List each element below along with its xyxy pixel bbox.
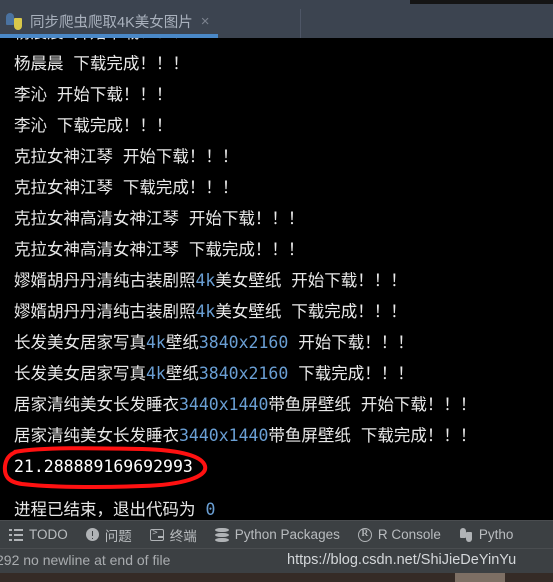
r-console-icon: R — [357, 527, 372, 542]
console-text-token: 李沁 下载完成！！！ — [14, 116, 173, 135]
console-text-token: 长发美女居家写真 — [14, 364, 146, 383]
watermark-url: https://blog.csdn.net/ShiJieDeYinYu — [287, 552, 517, 568]
tool-button-terminal[interactable]: 终端 — [141, 521, 206, 549]
tool-button-label: 问题 — [104, 528, 132, 544]
console-line: 杨晨晨 下载完成！！！ — [14, 48, 553, 79]
console-text-token: 杨晨晨 开始下载！！！ — [14, 38, 189, 42]
console-line: 李沁 开始下载！！！ — [14, 79, 553, 110]
run-console-output[interactable]: 杨晨晨 开始下载！！！ 杨晨晨 下载完成！！！ 李沁 开始下载！！！ 李沁 下载完成！… — [0, 38, 553, 520]
console-text-token: 美女壁纸 下载完成！！！ — [215, 302, 407, 321]
console-text-token: 壁纸 — [165, 364, 199, 383]
console-number-token: 4k — [195, 271, 216, 290]
console-text-token: 居家清纯美女长发睡衣 — [14, 426, 179, 445]
console-text-token: 居家清纯美女长发睡衣 — [14, 395, 179, 414]
console-line-list: 杨晨晨 开始下载！！！ 杨晨晨 下载完成！！！ 李沁 开始下载！！！ 李沁 下载完成！… — [0, 38, 553, 520]
console-number-token: 4k — [146, 333, 166, 352]
close-icon[interactable]: × — [201, 14, 210, 29]
console-text-token: 嫪婿胡丹丹清纯古装剧照 — [14, 302, 196, 321]
console-text-token: 嫪婿胡丹丹清纯古装剧照 — [14, 271, 196, 290]
todo-list-icon — [9, 528, 23, 542]
console-number-token: 3840x2160 — [198, 333, 289, 352]
tab-bar-divider — [300, 9, 301, 38]
tool-button-python-packages[interactable]: Python Packages — [206, 521, 349, 549]
console-number-token: 4k — [146, 364, 166, 383]
console-line: 嫪婿胡丹丹清纯古装剧照4k美女壁纸 开始下载！！！ — [14, 265, 553, 296]
pycharm-window: 同步爬虫爬取4K美女图片 × 杨晨晨 开始下载！！！ 杨晨晨 下载完成！！！ 李沁 … — [0, 0, 553, 582]
python-console-icon — [459, 527, 473, 542]
console-text-token: 带鱼屏壁纸 开始下载！！！ — [268, 395, 477, 414]
console-text-token: 开始下载！！！ — [288, 333, 414, 352]
editor-tab-title: 同步爬虫爬取4K美女图片 — [30, 14, 193, 31]
console-number-token: 3840x2160 — [198, 364, 289, 383]
editor-tab-active[interactable]: 同步爬虫爬取4K美女图片 × — [0, 4, 218, 38]
console-text-token: 克拉女神江琴 下载完成！！！ — [14, 178, 239, 197]
tool-button-todo[interactable]: TODO — [0, 521, 77, 549]
packages-stack-icon — [214, 527, 229, 542]
console-text-token: 杨晨晨 下载完成！！！ — [14, 54, 189, 73]
problems-warning-icon — [85, 528, 99, 541]
tool-button-problems[interactable]: 问题 — [77, 521, 141, 549]
console-text-token: 克拉女神高清女神江琴 开始下载！！！ — [14, 209, 305, 228]
console-number-token: 3440x1440 — [179, 426, 269, 445]
tool-window-bar: TODO 问题 终端 Python Packages R R Console P… — [0, 520, 553, 548]
console-text-token: 带鱼屏壁纸 下载完成！！！ — [268, 426, 477, 445]
console-line: 克拉女神江琴 下载完成！！！ — [14, 172, 553, 203]
tool-button-label: TODO — [29, 527, 68, 542]
console-line: 长发美女居家写真4k壁纸3840x2160 开始下载！！！ — [14, 327, 553, 358]
console-text-token: 21.288889169692993 — [14, 457, 193, 476]
console-text-token: 克拉女神江琴 开始下载！！！ — [14, 147, 239, 166]
python-file-icon — [6, 12, 23, 30]
console-number-token: 4k — [195, 302, 216, 321]
editor-tab-bar: 同步爬虫爬取4K美女图片 × — [0, 4, 553, 38]
tool-button-label: 终端 — [169, 528, 197, 544]
console-text-token: 长发美女居家写真 — [14, 333, 146, 352]
console-line: 克拉女神江琴 开始下载！！！ — [14, 141, 553, 172]
console-line: 克拉女神高清女神江琴 开始下载！！！ — [14, 203, 553, 234]
tool-button-r-console[interactable]: R R Console — [349, 521, 450, 549]
status-bar-message: 292 no newline at end of file — [0, 552, 171, 568]
console-text-token: 李沁 开始下载！！！ — [14, 85, 173, 104]
status-bar: 292 no newline at end of file https://bl… — [0, 548, 553, 573]
console-text-token: 克拉女神高清女神江琴 下载完成！！！ — [14, 240, 305, 259]
tool-button-python-console[interactable]: Pytho — [450, 521, 523, 549]
console-line: 21.288889169692993 — [14, 451, 553, 482]
terminal-icon — [149, 528, 164, 541]
console-text-token: 美女壁纸 开始下载！！！ — [215, 271, 407, 290]
console-number-token: 3440x1440 — [179, 395, 269, 414]
console-line: 长发美女居家写真4k壁纸3840x2160 下载完成！！！ — [14, 358, 553, 389]
console-line: 进程已结束，退出代码为 0 — [14, 494, 553, 520]
console-line: 李沁 下载完成！！！ — [14, 110, 553, 141]
console-number-token: 0 — [205, 500, 216, 519]
console-line: 嫪婿胡丹丹清纯古装剧照4k美女壁纸 下载完成！！！ — [14, 296, 553, 327]
console-text-token: 进程已结束，退出代码为 — [14, 500, 206, 519]
os-taskbar-highlight — [455, 573, 505, 582]
console-line: 居家清纯美女长发睡衣3440x1440带鱼屏壁纸 开始下载！！！ — [14, 389, 553, 420]
tool-button-label: R Console — [377, 527, 441, 542]
console-line: 克拉女神高清女神江琴 下载完成！！！ — [14, 234, 553, 265]
console-line: 杨晨晨 开始下载！！！ — [14, 38, 553, 48]
console-text-token: 壁纸 — [165, 333, 199, 352]
console-line: 居家清纯美女长发睡衣3440x1440带鱼屏壁纸 下载完成！！！ — [14, 420, 553, 451]
tool-button-label: Pytho — [478, 527, 514, 542]
console-text-token: 下载完成！！！ — [288, 364, 414, 383]
tool-button-label: Python Packages — [234, 527, 340, 542]
